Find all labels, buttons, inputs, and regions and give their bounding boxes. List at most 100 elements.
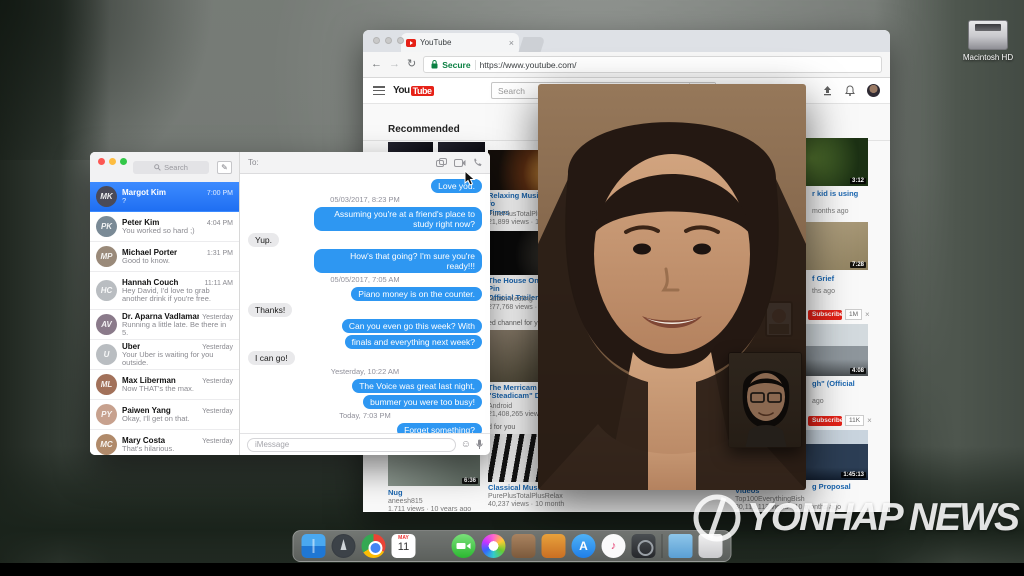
- dock-icon-finder[interactable]: [301, 534, 326, 558]
- subscriber-count: 1M: [845, 309, 863, 320]
- secure-label: Secure: [442, 59, 471, 70]
- video-channel[interactable]: aneesh815: [388, 498, 423, 505]
- conversation-row[interactable]: ML Max Liberman Yesterday Now THAT's the…: [90, 370, 239, 400]
- video-channel[interactable]: PurePlusTotalPlusRelax: [488, 493, 563, 500]
- conversation-text: Paiwen Yang Yesterday Okay, I'll get on …: [122, 406, 233, 424]
- dock-icon-appstore[interactable]: A: [571, 534, 596, 558]
- phone-call-icon[interactable]: [473, 158, 482, 167]
- dock-icon-folder[interactable]: [668, 534, 693, 558]
- avatar: MP: [96, 246, 117, 267]
- chat-out: Forget something?: [397, 422, 482, 433]
- dock-icon-photos[interactable]: [481, 534, 506, 558]
- video-title[interactable]: r kid is using: [812, 189, 874, 198]
- chat-out: Piano money is on the counter.: [351, 286, 482, 301]
- video-meta: ths ago: [812, 288, 835, 295]
- imessage-input[interactable]: iMessage: [247, 437, 456, 452]
- avatar: MK: [96, 186, 117, 207]
- chat-out: The Voice was great last night,: [352, 378, 482, 393]
- video-title[interactable]: gh" (Official: [812, 379, 874, 388]
- video-meta: months ago: [812, 208, 849, 215]
- menu-icon[interactable]: [373, 86, 385, 95]
- messages-sidebar-header[interactable]: Search ✎: [90, 152, 239, 182]
- conversation-row[interactable]: AV Dr. Aparna Vadlamani Yesterday Runnin…: [90, 310, 239, 340]
- conversation-row[interactable]: MC Mary Costa Yesterday That's hilarious…: [90, 430, 239, 455]
- conversation-preview: Good to know.: [122, 256, 170, 265]
- conversation-time: 4:04 PM: [206, 219, 233, 227]
- emoji-icon[interactable]: ☺: [461, 439, 471, 450]
- compose-icon[interactable]: ✎: [217, 160, 232, 174]
- conversation-text: Uber Yesterday Your Uber is waiting for …: [122, 342, 233, 368]
- tab-title: YouTube: [420, 38, 452, 47]
- subscribe-row: Subscribe 1M ×: [808, 309, 870, 320]
- bell-icon[interactable]: [845, 85, 855, 96]
- video-channel[interactable]: Top100EverythingBish: [735, 496, 805, 503]
- url-separator: [474, 59, 476, 70]
- dismiss-icon[interactable]: ×: [865, 310, 870, 319]
- conversation-row[interactable]: PK Peter Kim 4:04 PM You worked so hard …: [90, 212, 239, 242]
- minimize-window-button[interactable]: [109, 158, 116, 165]
- dock-icon-chrome[interactable]: [361, 534, 386, 558]
- upload-icon[interactable]: [822, 85, 833, 96]
- window-traffic-lights[interactable]: [98, 158, 127, 165]
- duration-badge: 1:45:13: [841, 472, 866, 478]
- dock-icon-itunes[interactable]: ♪: [601, 534, 626, 558]
- zoom-window-button[interactable]: [120, 158, 127, 165]
- dock-icon-prefs[interactable]: [631, 534, 656, 558]
- conversation-time: Yesterday: [202, 377, 233, 385]
- conversation-row[interactable]: MP Michael Porter 1:31 PM Good to know.: [90, 242, 239, 272]
- conversation-text: Peter Kim 4:04 PM You worked so hard ;): [122, 218, 233, 236]
- chat-message-list: Love you. 05/03/2017, 8:23 PM Assuming you…: [240, 174, 490, 433]
- conversation-text: Dr. Aparna Vadlamani Yesterday Running a…: [122, 312, 233, 338]
- new-tab-button[interactable]: [518, 37, 546, 52]
- reload-icon[interactable]: ↻: [407, 59, 416, 70]
- video-title[interactable]: g Proposal: [812, 482, 874, 491]
- duration-badge: 4:08: [849, 368, 866, 374]
- contact-details-icon[interactable]: [436, 158, 447, 167]
- dismiss-icon[interactable]: ×: [867, 416, 872, 425]
- dock: MAY 11 A ♪: [292, 530, 732, 562]
- conversation-row[interactable]: PY Paiwen Yang Yesterday Okay, I'll get …: [90, 400, 239, 430]
- facetime-local-video[interactable]: [728, 352, 802, 448]
- dock-icon-launchpad[interactable]: [331, 534, 356, 558]
- video-call-icon[interactable]: [454, 158, 466, 167]
- conversation-row[interactable]: HC Hannah Couch 11:11 AM Hey David, I'd …: [90, 272, 239, 310]
- conversation-preview: You worked so hard ;): [122, 226, 195, 235]
- youtube-logo[interactable]: You Tube: [393, 85, 434, 96]
- video-call-man: [729, 353, 801, 447]
- subscribe-button[interactable]: Subscribe: [808, 309, 842, 320]
- chat-out: How's that going? I'm sure you're ready!…: [313, 248, 482, 273]
- conversation-name: Mary Costa: [122, 435, 166, 445]
- dock-icon-divider[interactable]: [661, 534, 663, 558]
- conversation-row[interactable]: MK Margot Kim 7:00 PM ?: [90, 182, 239, 212]
- dock-icon-facetime[interactable]: [451, 534, 476, 558]
- video-title[interactable]: Nug: [388, 488, 450, 497]
- chat-header[interactable]: To:: [240, 152, 490, 174]
- address-bar[interactable]: Secure https://www.youtube.com/: [423, 56, 882, 73]
- dock-icon-trash[interactable]: [698, 534, 723, 558]
- video-channel[interactable]: Android: [488, 403, 512, 410]
- conversation-preview: Running a little late. Be there in 5.: [122, 320, 227, 338]
- conversation-search-input[interactable]: Search: [133, 160, 209, 174]
- subscribe-button[interactable]: Subscribe: [808, 415, 842, 426]
- chat-in: Thanks!: [248, 302, 293, 317]
- video-meta: 1,711 views · 10 years ago: [388, 506, 472, 511]
- dock-icon-contacts[interactable]: [511, 534, 536, 558]
- dock-icon-calendar[interactable]: MAY 11: [391, 534, 416, 558]
- conversation-text: Mary Costa Yesterday That's hilarious.: [122, 436, 233, 454]
- video-title[interactable]: f Grief: [812, 274, 874, 283]
- forward-icon[interactable]: →: [389, 59, 400, 70]
- conversation-row[interactable]: U Uber Yesterday Your Uber is waiting fo…: [90, 340, 239, 370]
- browser-tab[interactable]: YouTube ×: [401, 33, 519, 52]
- close-window-button[interactable]: [98, 158, 105, 165]
- recommended-channel-note: ed channel for you: [488, 320, 546, 327]
- macintosh-hd-icon[interactable]: Macintosh HD: [950, 20, 1024, 62]
- youtube-favicon: [406, 38, 416, 47]
- video-channel[interactable]: Austin Keeling: [488, 296, 533, 303]
- dock-icon-mail[interactable]: [541, 534, 566, 558]
- window-traffic-lights-inactive[interactable]: [373, 37, 404, 44]
- back-icon[interactable]: ←: [371, 59, 382, 70]
- account-avatar[interactable]: [867, 84, 880, 97]
- chat-in: Yup.: [248, 232, 280, 247]
- tab-close-icon[interactable]: ×: [509, 38, 514, 48]
- microphone-icon[interactable]: [476, 439, 483, 450]
